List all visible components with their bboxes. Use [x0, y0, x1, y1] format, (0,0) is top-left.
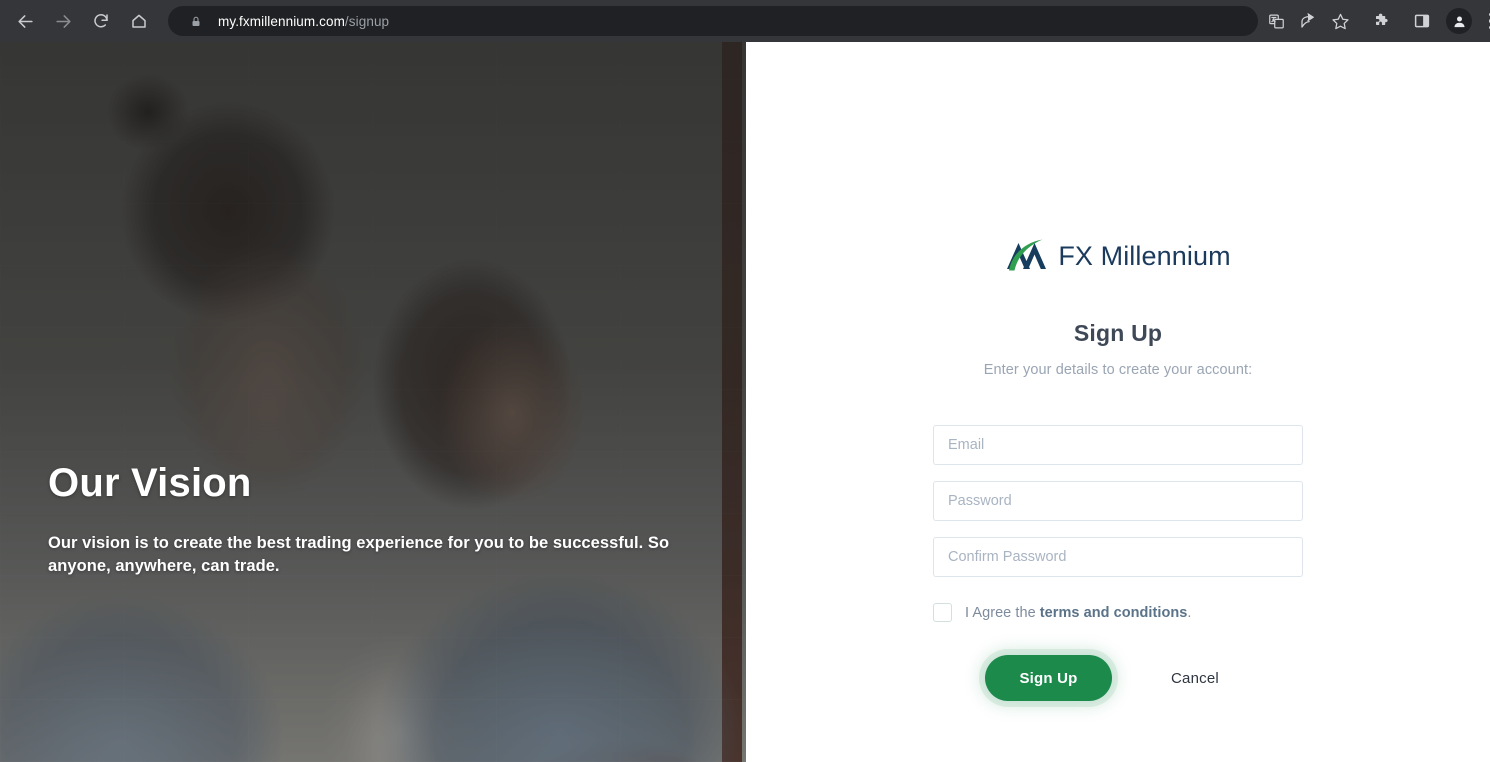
terms-prefix: I Agree the: [965, 604, 1040, 621]
lock-icon: [188, 13, 204, 29]
profile-avatar-icon[interactable]: [1446, 8, 1472, 34]
home-icon[interactable]: [124, 6, 154, 36]
terms-text: I Agree the terms and conditions.: [965, 605, 1192, 621]
brand-name: FX Millennium: [1058, 240, 1231, 271]
hero-subtitle: Our vision is to create the best trading…: [48, 534, 670, 576]
browser-toolbar: my.fxmillennium.com/signup: [0, 0, 1490, 42]
email-input[interactable]: [948, 437, 1288, 453]
extensions-puzzle-icon[interactable]: [1368, 7, 1396, 35]
password-input[interactable]: [948, 493, 1288, 509]
cancel-button[interactable]: Cancel: [1165, 662, 1225, 695]
url-text: my.fxmillennium.com/signup: [218, 14, 389, 29]
terms-suffix: .: [1187, 604, 1192, 621]
password-field[interactable]: [933, 481, 1303, 521]
address-bar[interactable]: my.fxmillennium.com/signup: [168, 6, 1258, 36]
form-subtitle: Enter your details to create your accoun…: [983, 362, 1253, 378]
hero-title: Our Vision: [48, 461, 252, 505]
terms-row: I Agree the terms and conditions.: [933, 603, 1303, 622]
toolbar-icons: [1258, 6, 1490, 36]
hero-panel: Our Vision Our vision is to create the b…: [0, 42, 746, 762]
hero-copy: Our Vision Our vision is to create the b…: [48, 460, 696, 579]
bookmark-star-icon[interactable]: [1326, 7, 1354, 35]
page-title: Sign Up: [1073, 320, 1163, 346]
sign-up-button[interactable]: Sign Up: [985, 655, 1112, 701]
form-fields: [933, 425, 1303, 577]
side-panel-icon[interactable]: [1408, 7, 1436, 35]
terms-and-conditions-link[interactable]: terms and conditions: [1040, 605, 1188, 621]
hero-dark-overlay: [0, 42, 746, 762]
reload-icon[interactable]: [86, 6, 116, 36]
signup-form-panel: FX Millennium Sign Up Enter your details…: [746, 42, 1490, 762]
url-path: /signup: [344, 13, 390, 29]
brand-logo: FX Millennium: [746, 232, 1490, 280]
back-arrow-icon[interactable]: [10, 6, 40, 36]
three-dot-menu-icon[interactable]: [1478, 6, 1490, 36]
terms-checkbox[interactable]: [933, 603, 952, 622]
url-domain: my.fxmillennium.com: [218, 13, 345, 29]
form-actions: Sign Up Cancel: [933, 655, 1303, 701]
email-field[interactable]: [933, 425, 1303, 465]
confirm-password-field[interactable]: [933, 537, 1303, 577]
fx-millennium-mountain-logo-icon: [1005, 236, 1049, 276]
signup-page: Our Vision Our vision is to create the b…: [0, 42, 1490, 762]
translate-icon[interactable]: [1262, 7, 1290, 35]
confirm-password-input[interactable]: [948, 549, 1288, 565]
share-icon[interactable]: [1294, 7, 1322, 35]
forward-arrow-icon[interactable]: [48, 6, 78, 36]
